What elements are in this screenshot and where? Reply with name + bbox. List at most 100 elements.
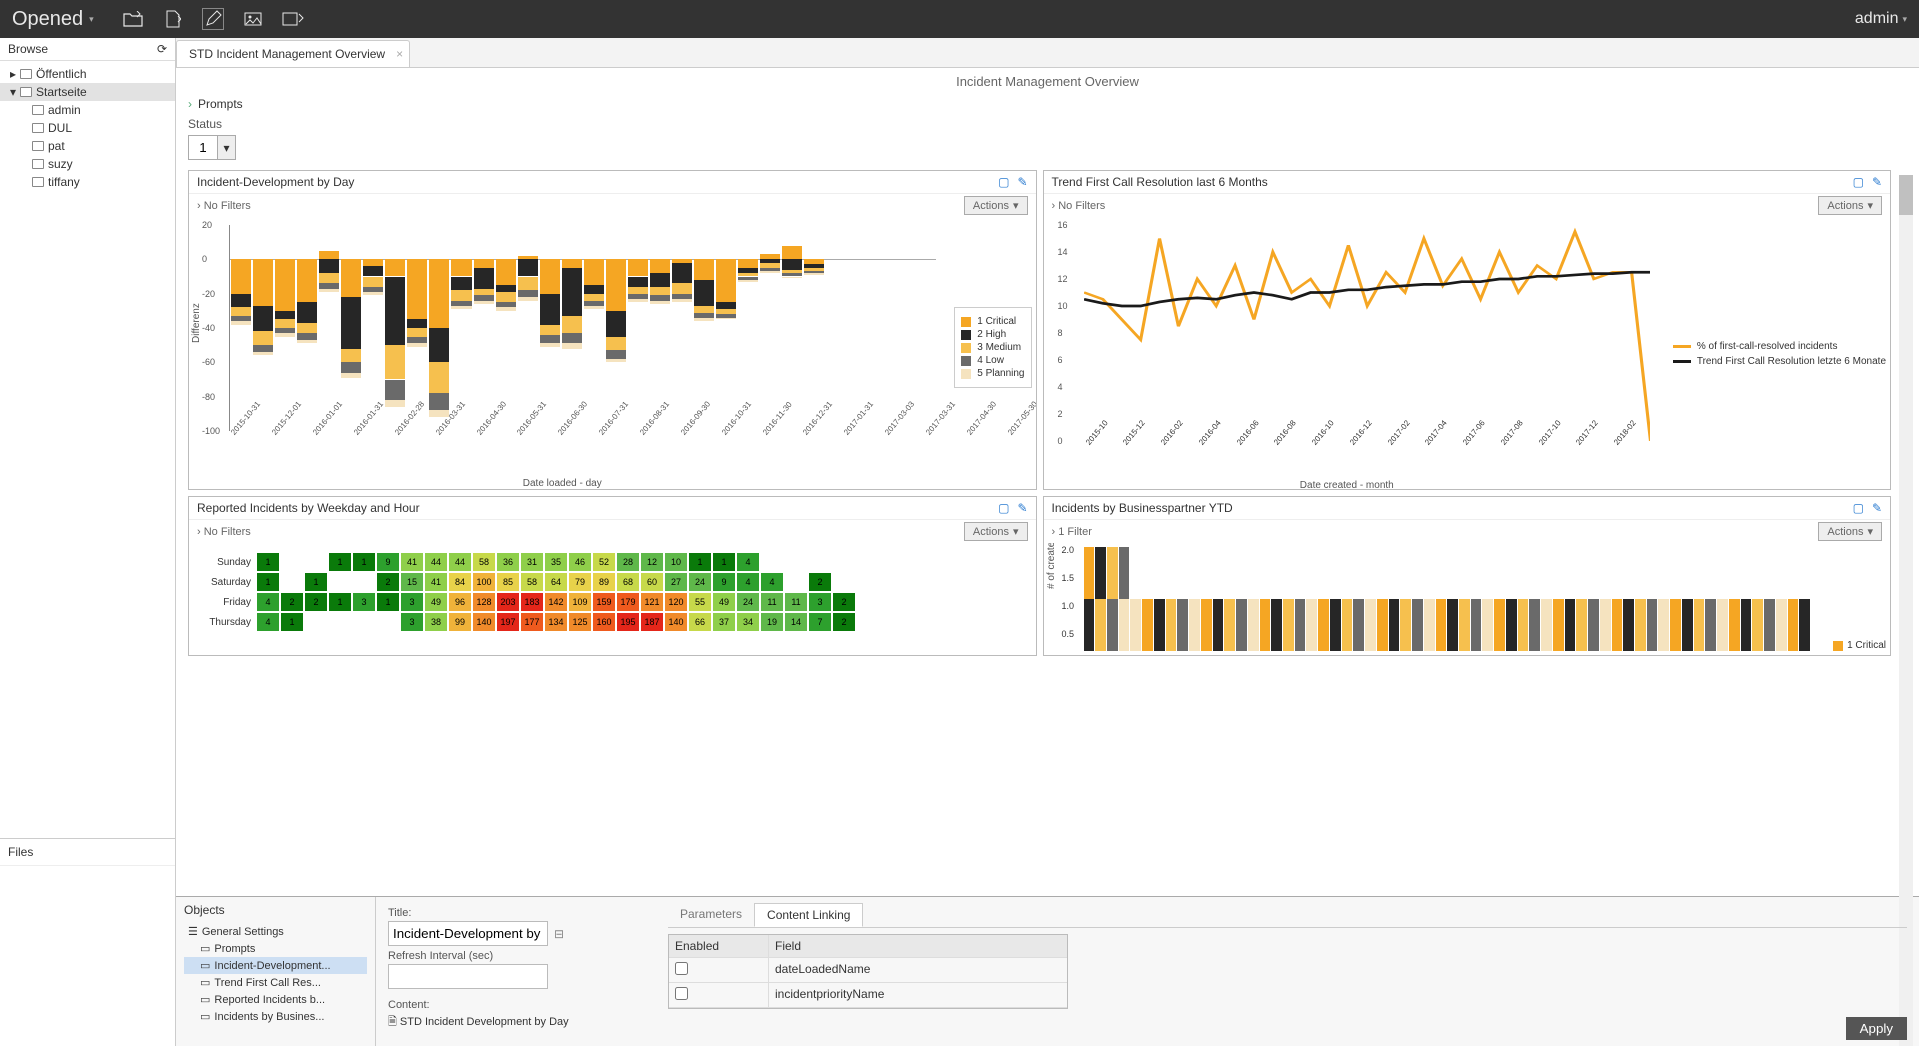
tree-label: DUL — [48, 121, 72, 135]
prompts-toggle[interactable]: › Prompts — [176, 95, 1919, 113]
x-tick-labels: 2015-10-312015-12-012016-01-012016-01-31… — [229, 431, 936, 483]
refresh-icon[interactable]: ⟳ — [157, 42, 167, 56]
filter-label: No Filters — [204, 200, 251, 212]
object-properties: Title: ⊟ Refresh Interval (sec) Content:… — [376, 897, 656, 1046]
y-axis-label: # of created incidents — [1046, 543, 1057, 589]
user-label: admin — [1855, 10, 1899, 28]
swatch-icon — [961, 343, 971, 353]
edit-icon[interactable] — [202, 8, 224, 30]
filter-label: No Filters — [204, 526, 251, 538]
collapse-icon[interactable]: ▾ — [10, 85, 16, 99]
tree-node-child[interactable]: tiffany — [0, 173, 175, 191]
object-item[interactable]: ▭ Trend First Call Res... — [184, 974, 367, 991]
y-axis-label: Differenz — [191, 303, 202, 343]
line-chart — [1084, 225, 1651, 441]
close-icon[interactable]: × — [396, 47, 403, 61]
col-enabled: Enabled — [669, 935, 769, 957]
object-item[interactable]: ▭ Reported Incidents b... — [184, 991, 367, 1008]
object-item[interactable]: ▭ Prompts — [184, 940, 367, 957]
status-input[interactable] — [189, 136, 217, 159]
tree-node-child[interactable]: admin — [0, 101, 175, 119]
dashboard-title: Incident Management Overview — [176, 68, 1919, 95]
tree-label: pat — [48, 139, 65, 153]
actions-button[interactable]: Actions▾ — [1818, 522, 1882, 541]
object-general-settings[interactable]: ☰ General Settings — [184, 923, 367, 940]
chevron-right-icon[interactable]: › — [197, 200, 201, 212]
tab-label: STD Incident Management Overview — [189, 47, 385, 61]
tree-node-child[interactable]: suzy — [0, 155, 175, 173]
folder-icon — [32, 177, 44, 187]
col-field: Field — [769, 935, 1067, 957]
opened-menu[interactable]: Opened ▾ — [12, 8, 94, 31]
x-tick-labels: 2015-102015-122016-022016-042016-062016-… — [1084, 441, 1651, 481]
linking-pane: Parameters Content Linking EnabledField … — [656, 897, 1919, 1046]
content-label: Content: — [388, 999, 644, 1011]
apply-button[interactable]: Apply — [1846, 1017, 1907, 1040]
properties-panel: Objects ☰ General Settings ▭ Prompts ▭ I… — [176, 896, 1919, 1046]
chevron-right-icon[interactable]: › — [197, 526, 201, 538]
pencil-icon[interactable]: ✎ — [1872, 501, 1882, 515]
tree-label: Startseite — [36, 85, 87, 99]
status-block: Status ▾ — [176, 113, 1919, 170]
title-input[interactable] — [388, 921, 548, 946]
pencil-icon[interactable]: ✎ — [1017, 175, 1027, 189]
chevron-right-icon: › — [188, 97, 192, 111]
panel-title: Trend First Call Resolution last 6 Month… — [1052, 175, 1268, 189]
swatch-icon — [1673, 345, 1691, 348]
folder-icon — [32, 123, 44, 133]
tab-parameters[interactable]: Parameters — [668, 903, 754, 927]
object-item[interactable]: ▭ Incidents by Busines... — [184, 1008, 367, 1025]
swatch-icon — [961, 356, 971, 366]
swatch-icon — [961, 330, 971, 340]
maximize-icon[interactable]: ▢ — [1853, 175, 1864, 189]
panel-incident-by-day: Incident-Development by Day ▢✎ › No Filt… — [188, 170, 1037, 490]
chart-grid: Incident-Development by Day ▢✎ › No Filt… — [176, 170, 1919, 896]
pencil-icon[interactable]: ✎ — [1017, 501, 1027, 515]
status-select[interactable]: ▾ — [188, 135, 236, 160]
tree-label: Öffentlich — [36, 67, 86, 81]
maximize-icon[interactable]: ▢ — [998, 501, 1009, 515]
image-icon[interactable] — [242, 8, 264, 30]
reset-icon[interactable]: ⊟ — [554, 927, 564, 941]
maximize-icon[interactable]: ▢ — [1853, 501, 1864, 515]
enabled-checkbox[interactable] — [675, 962, 688, 975]
tree-node-start[interactable]: ▾ Startseite — [0, 83, 175, 101]
status-label: Status — [188, 117, 1907, 131]
maximize-icon[interactable]: ▢ — [998, 175, 1009, 189]
enabled-checkbox[interactable] — [675, 987, 688, 1000]
chevron-right-icon[interactable]: › — [1052, 526, 1056, 538]
object-item[interactable]: ▭ Incident-Development... — [184, 957, 367, 974]
actions-button[interactable]: Actions▾ — [964, 196, 1028, 215]
legend: 1 Critical 2 High 3 Medium 4 Low 5 Plann… — [954, 307, 1031, 388]
heatmap: Sunday1119414444583631354652281210114Sat… — [193, 547, 1032, 637]
filter-label: No Filters — [1058, 200, 1105, 212]
tree-node-child[interactable]: pat — [0, 137, 175, 155]
expand-icon[interactable]: ▸ — [10, 67, 16, 81]
pencil-icon[interactable]: ✎ — [1872, 175, 1882, 189]
folder-icon — [32, 141, 44, 151]
open-folder-icon[interactable] — [122, 8, 144, 30]
opened-label: Opened — [12, 8, 83, 31]
filter-label: 1 Filter — [1058, 526, 1092, 538]
swatch-icon — [1673, 360, 1691, 363]
image-edit-icon[interactable] — [282, 8, 304, 30]
tab-dashboard[interactable]: STD Incident Management Overview × — [176, 40, 410, 67]
files-header[interactable]: Files — [0, 838, 175, 866]
field-name: dateLoadedName — [769, 958, 1067, 982]
folder-tree: ▸ Öffentlich ▾ Startseite admin DUL pat su… — [0, 61, 175, 195]
user-menu[interactable]: admin ▾ — [1855, 10, 1907, 28]
new-doc-icon[interactable] — [162, 8, 184, 30]
actions-button[interactable]: Actions▾ — [964, 522, 1028, 541]
chevron-right-icon[interactable]: › — [1052, 200, 1056, 212]
tab-content-linking[interactable]: Content Linking — [754, 903, 863, 927]
tab-strip: STD Incident Management Overview × — [176, 38, 1919, 68]
tree-node-child[interactable]: DUL — [0, 119, 175, 137]
panel-title: Reported Incidents by Weekday and Hour — [197, 501, 420, 515]
panel-businesspartner: Incidents by Businesspartner YTD ▢✎ › 1 … — [1043, 496, 1892, 656]
refresh-input[interactable] — [388, 964, 548, 989]
tree-node-public[interactable]: ▸ Öffentlich — [0, 65, 175, 83]
chevron-down-icon[interactable]: ▾ — [217, 136, 235, 159]
folder-icon — [20, 69, 32, 79]
folder-icon — [20, 87, 32, 97]
actions-button[interactable]: Actions▾ — [1818, 196, 1882, 215]
